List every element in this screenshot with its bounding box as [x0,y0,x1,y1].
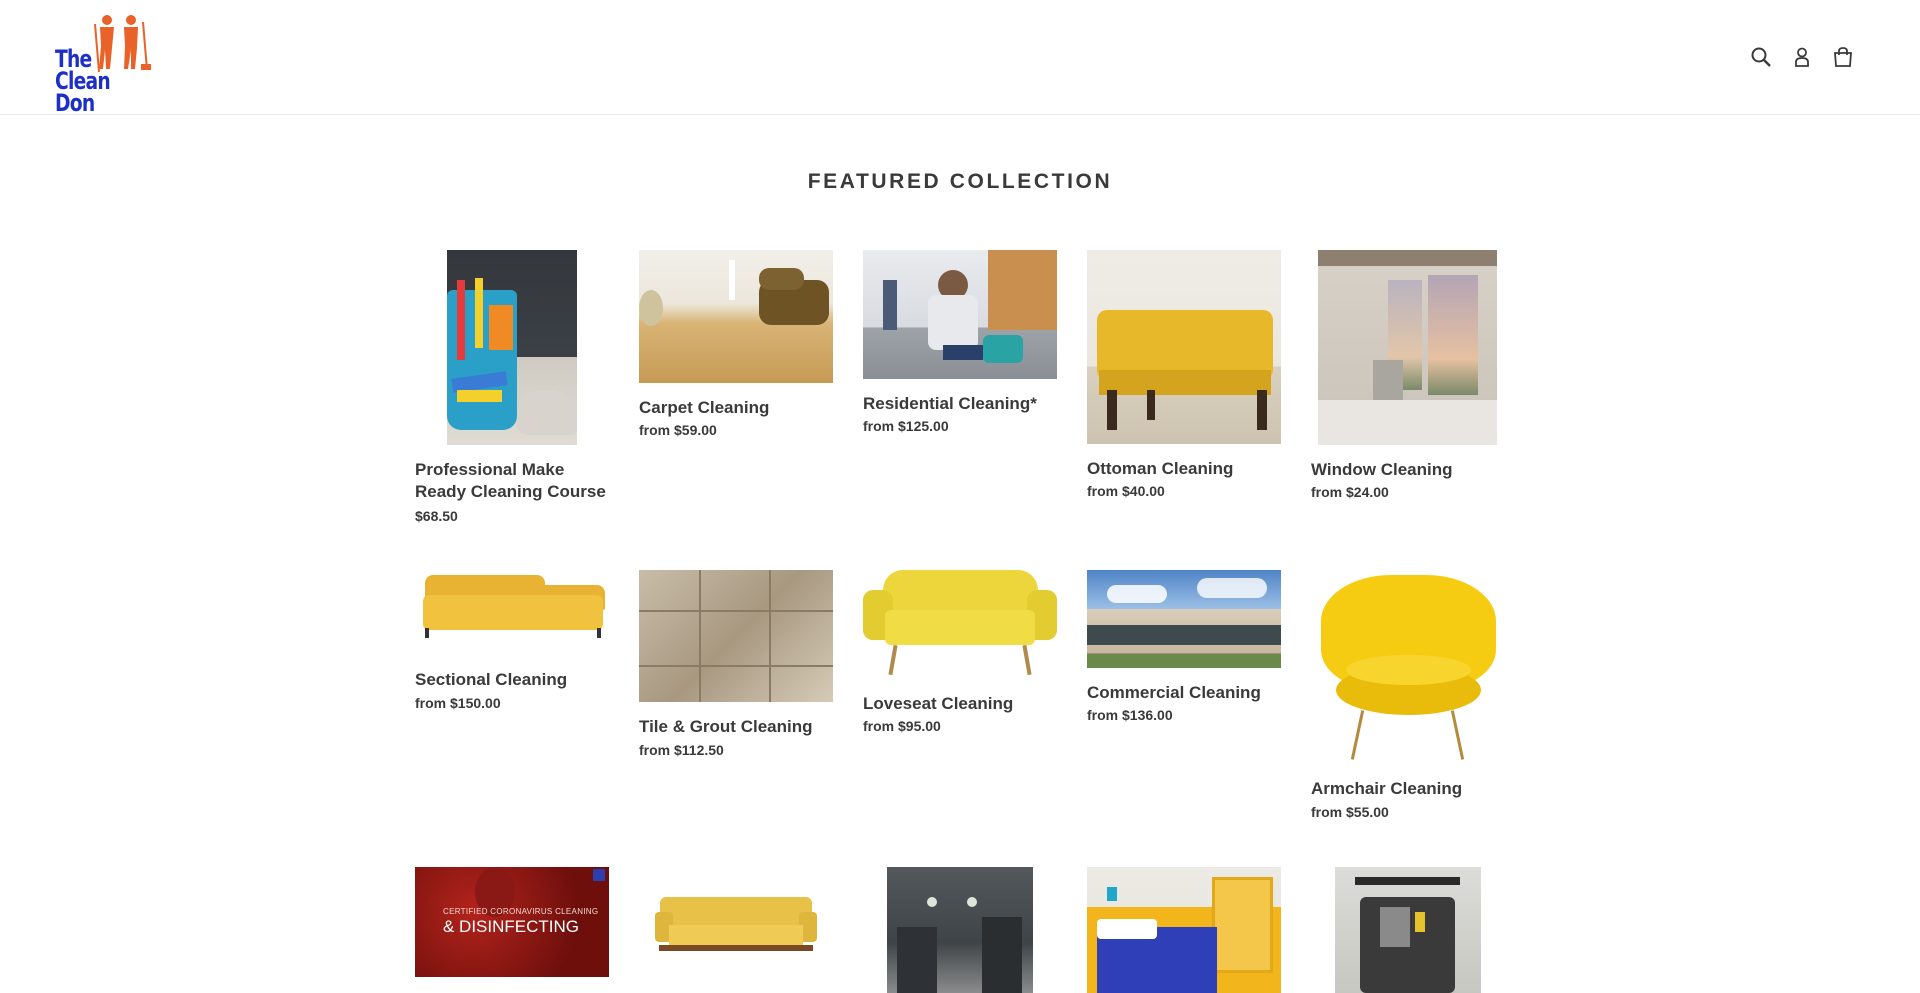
product-price: from $112.50 [639,742,724,758]
product-title[interactable]: Ottoman Cleaning [1087,458,1287,480]
search-icon[interactable] [158,44,182,68]
product-image [1311,570,1505,765]
product-image [639,570,833,702]
product-image [1087,570,1281,668]
product-title[interactable]: Carpet Cleaning [639,397,839,419]
cart-icon[interactable] [1832,46,1856,70]
site-header: The Clean Don [0,0,1920,115]
product-title[interactable]: Professional Make Ready Cleaning Course [415,459,615,503]
product-image [887,867,1033,993]
product-image [863,570,1057,680]
product-price: from $59.00 [639,422,717,438]
product-price: $68.50 [415,508,458,524]
product-image [1087,250,1281,444]
product-title[interactable]: Residential Cleaning* [863,393,1063,415]
product-image [447,250,577,445]
search-icon[interactable] [1750,46,1774,70]
product-price: from $55.00 [1311,804,1389,820]
product-image [863,250,1057,379]
product-price: from $136.00 [1087,707,1173,723]
product-image [415,570,609,645]
promo-line-2: & DISINFECTING [443,917,580,936]
product-image [1335,867,1481,993]
product-title[interactable]: Commercial Cleaning [1087,682,1287,704]
product-price: from $40.00 [1087,483,1165,499]
promo-line-1: CERTIFIED CORONAVIRUS CLEANING [443,907,599,916]
product-title[interactable]: Window Cleaning [1311,459,1511,481]
section-title: FEATURED COLLECTION [807,170,1113,193]
product-image: CERTIFIED CORONAVIRUS CLEANING & DISINFE… [415,867,609,977]
product-price: from $150.00 [415,695,501,711]
product-image [1318,250,1497,445]
product-title[interactable]: Armchair Cleaning [1311,778,1511,800]
logo-text: The Clean Don [55,45,111,117]
site-logo[interactable]: The Clean Don [55,14,155,115]
product-title[interactable]: Loveseat Cleaning [863,693,1063,715]
product-price: from $24.00 [1311,484,1389,500]
product-title[interactable]: Tile & Grout Cleaning [639,716,839,738]
product-image [1087,867,1281,993]
product-title[interactable]: Sectional Cleaning [415,669,615,691]
account-icon[interactable] [1791,46,1815,70]
product-price: from $95.00 [863,718,941,734]
product-image [639,250,833,383]
product-image [655,897,817,957]
product-price: from $125.00 [863,418,949,434]
